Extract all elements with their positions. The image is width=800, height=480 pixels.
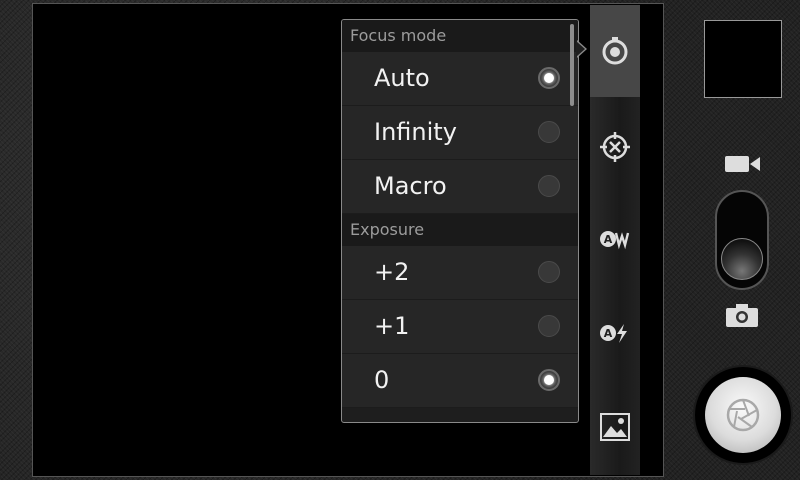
last-photo-thumbnail[interactable]	[704, 20, 782, 98]
radio-button[interactable]	[538, 121, 560, 143]
option-label: 0	[374, 366, 390, 394]
shutter-ring	[693, 365, 793, 465]
shutter-button[interactable]	[705, 377, 781, 453]
exposure-option-plus-1[interactable]: +1	[342, 300, 578, 354]
camera-video-mode-switch[interactable]	[715, 190, 769, 290]
section-header-exposure: Exposure	[342, 214, 578, 246]
svg-text:A: A	[604, 327, 613, 340]
svg-text:A: A	[604, 233, 613, 246]
popup-scrollbar[interactable]	[570, 24, 574, 106]
white-balance-icon: A	[600, 231, 630, 250]
aperture-icon	[726, 398, 760, 432]
camera-mode-icon	[726, 304, 758, 327]
section-header-focus-mode: Focus mode	[342, 20, 578, 52]
radio-button-checked[interactable]	[538, 369, 560, 391]
focus-icon	[600, 132, 630, 162]
flash-icon: A	[600, 324, 627, 343]
settings-icon	[602, 37, 628, 65]
video-mode-icon	[725, 156, 760, 172]
option-label: Auto	[374, 64, 430, 92]
settings-icon-strip: A A	[590, 5, 640, 475]
focus-option-infinity[interactable]: Infinity	[342, 106, 578, 160]
settings-popup: Focus mode Auto Infinity Macro Exposure …	[341, 19, 579, 423]
flash-button[interactable]: A	[590, 287, 640, 379]
focus-option-macro[interactable]: Macro	[342, 160, 578, 214]
radio-button-checked[interactable]	[538, 67, 560, 89]
radio-button[interactable]	[538, 261, 560, 283]
exposure-option-plus-2[interactable]: +2	[342, 246, 578, 300]
popup-pointer-inner	[576, 41, 585, 57]
option-label: +1	[374, 312, 410, 340]
scene-button[interactable]	[590, 381, 640, 473]
settings-button[interactable]	[590, 5, 640, 97]
mode-switch-knob[interactable]	[721, 238, 763, 280]
radio-button[interactable]	[538, 315, 560, 337]
option-label: Macro	[374, 172, 447, 200]
white-balance-button[interactable]: A	[590, 193, 640, 285]
option-label: Infinity	[374, 118, 457, 146]
option-label: +2	[374, 258, 410, 286]
exposure-option-0[interactable]: 0	[342, 354, 578, 408]
radio-button[interactable]	[538, 175, 560, 197]
focus-button[interactable]	[590, 101, 640, 193]
scene-icon	[600, 413, 630, 441]
focus-option-auto[interactable]: Auto	[342, 52, 578, 106]
